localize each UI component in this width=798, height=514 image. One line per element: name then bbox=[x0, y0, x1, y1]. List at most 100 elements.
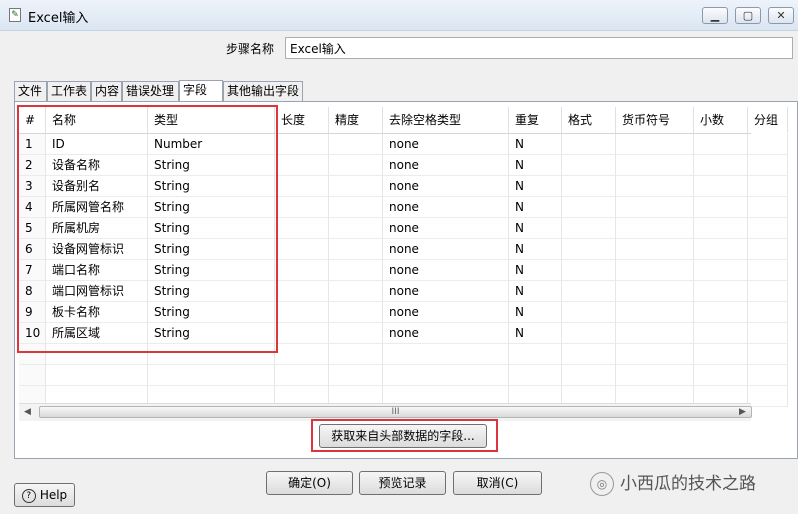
table-row[interactable]: 8 端口网管标识 String none N bbox=[19, 281, 788, 302]
cell-type[interactable]: String bbox=[148, 197, 275, 218]
cell-type[interactable]: String bbox=[148, 260, 275, 281]
cell-name[interactable]: 所属区域 bbox=[46, 323, 148, 344]
cell-format[interactable] bbox=[562, 281, 616, 302]
cell-trim-type[interactable] bbox=[383, 344, 509, 365]
cell-trim-type[interactable] bbox=[383, 365, 509, 386]
tab-other-output-fields[interactable]: 其他输出字段 bbox=[223, 81, 303, 101]
cell-precision[interactable] bbox=[329, 239, 383, 260]
cell-length[interactable] bbox=[275, 281, 329, 302]
cell-precision[interactable] bbox=[329, 176, 383, 197]
table-row[interactable]: 2 设备名称 String none N bbox=[19, 155, 788, 176]
cell-index[interactable]: 7 bbox=[19, 260, 46, 281]
minimize-icon[interactable]: ▁ bbox=[702, 7, 728, 24]
cell-type[interactable]: String bbox=[148, 176, 275, 197]
cell-trim-type[interactable]: none bbox=[383, 218, 509, 239]
cell-trim-type[interactable]: none bbox=[383, 176, 509, 197]
tab-content[interactable]: 内容 bbox=[91, 81, 122, 101]
column-header-repeat[interactable]: 重复 bbox=[509, 107, 562, 133]
column-header-precision[interactable]: 精度 bbox=[329, 107, 383, 133]
cell-currency[interactable] bbox=[616, 134, 694, 155]
tab-file[interactable]: 文件 bbox=[14, 81, 47, 101]
cell-decimal[interactable] bbox=[694, 323, 748, 344]
cell-name[interactable]: 板卡名称 bbox=[46, 302, 148, 323]
cell-type[interactable]: Number bbox=[148, 134, 275, 155]
cell-decimal[interactable] bbox=[694, 155, 748, 176]
cell-index[interactable]: 10 bbox=[19, 323, 46, 344]
cell-length[interactable] bbox=[275, 365, 329, 386]
cell-trim-type[interactable]: none bbox=[383, 155, 509, 176]
cell-index[interactable]: 8 bbox=[19, 281, 46, 302]
cell-index[interactable]: 4 bbox=[19, 197, 46, 218]
cell-grouping[interactable] bbox=[748, 218, 788, 239]
cell-precision[interactable] bbox=[329, 344, 383, 365]
cell-repeat[interactable]: N bbox=[509, 176, 562, 197]
cell-format[interactable] bbox=[562, 134, 616, 155]
cell-length[interactable] bbox=[275, 155, 329, 176]
cell-repeat[interactable]: N bbox=[509, 323, 562, 344]
table-row[interactable]: 5 所属机房 String none N bbox=[19, 218, 788, 239]
cell-repeat[interactable]: N bbox=[509, 302, 562, 323]
cell-repeat[interactable] bbox=[509, 344, 562, 365]
cell-repeat[interactable]: N bbox=[509, 281, 562, 302]
cell-precision[interactable] bbox=[329, 365, 383, 386]
table-row[interactable]: 3 设备别名 String none N bbox=[19, 176, 788, 197]
cell-currency[interactable] bbox=[616, 176, 694, 197]
table-row[interactable]: 10 所属区域 String none N bbox=[19, 323, 788, 344]
cell-decimal[interactable] bbox=[694, 134, 748, 155]
cell-trim-type[interactable]: none bbox=[383, 134, 509, 155]
cell-index[interactable]: 1 bbox=[19, 134, 46, 155]
cell-type[interactable] bbox=[148, 344, 275, 365]
cell-currency[interactable] bbox=[616, 260, 694, 281]
table-row[interactable] bbox=[19, 365, 788, 386]
column-header-index[interactable]: # bbox=[19, 107, 46, 133]
cell-length[interactable] bbox=[275, 176, 329, 197]
cell-repeat[interactable]: N bbox=[509, 239, 562, 260]
cell-format[interactable] bbox=[562, 197, 616, 218]
cell-trim-type[interactable]: none bbox=[383, 281, 509, 302]
cell-decimal[interactable] bbox=[694, 197, 748, 218]
cell-decimal[interactable] bbox=[694, 344, 748, 365]
table-row[interactable] bbox=[19, 344, 788, 365]
fields-table[interactable]: # 名称 类型 长度 精度 去除空格类型 重复 格式 货币符号 小数 分组 1I… bbox=[19, 107, 788, 407]
cell-grouping[interactable] bbox=[748, 197, 788, 218]
cell-index[interactable] bbox=[19, 365, 46, 386]
cell-index[interactable]: 5 bbox=[19, 218, 46, 239]
cell-format[interactable] bbox=[562, 176, 616, 197]
cell-grouping[interactable] bbox=[748, 176, 788, 197]
cell-index[interactable]: 6 bbox=[19, 239, 46, 260]
cell-length[interactable] bbox=[275, 239, 329, 260]
cell-decimal[interactable] bbox=[694, 302, 748, 323]
table-row[interactable]: 1 ID Number none N bbox=[19, 134, 788, 155]
table-row[interactable]: 9 板卡名称 String none N bbox=[19, 302, 788, 323]
scroll-thumb[interactable]: III bbox=[39, 406, 752, 418]
cell-currency[interactable] bbox=[616, 323, 694, 344]
cell-currency[interactable] bbox=[616, 302, 694, 323]
column-header-grouping[interactable]: 分组 bbox=[748, 107, 788, 133]
preview-button[interactable]: 预览记录 bbox=[359, 471, 446, 495]
step-name-input[interactable] bbox=[285, 37, 793, 59]
cell-repeat[interactable]: N bbox=[509, 134, 562, 155]
column-header-length[interactable]: 长度 bbox=[275, 107, 329, 133]
cell-trim-type[interactable]: none bbox=[383, 197, 509, 218]
cell-type[interactable] bbox=[148, 365, 275, 386]
cell-format[interactable] bbox=[562, 344, 616, 365]
cell-precision[interactable] bbox=[329, 260, 383, 281]
table-row[interactable]: 7 端口名称 String none N bbox=[19, 260, 788, 281]
cell-name[interactable]: 端口网管标识 bbox=[46, 281, 148, 302]
cell-repeat[interactable]: N bbox=[509, 155, 562, 176]
cell-grouping[interactable] bbox=[748, 260, 788, 281]
cell-trim-type[interactable]: none bbox=[383, 302, 509, 323]
cell-index[interactable]: 3 bbox=[19, 176, 46, 197]
cell-grouping[interactable] bbox=[748, 344, 788, 365]
cell-name[interactable]: 所属机房 bbox=[46, 218, 148, 239]
cell-decimal[interactable] bbox=[694, 281, 748, 302]
cell-decimal[interactable] bbox=[694, 365, 748, 386]
cell-decimal[interactable] bbox=[694, 176, 748, 197]
cell-currency[interactable] bbox=[616, 218, 694, 239]
table-row[interactable]: 6 设备网管标识 String none N bbox=[19, 239, 788, 260]
cell-type[interactable]: String bbox=[148, 239, 275, 260]
cell-currency[interactable] bbox=[616, 281, 694, 302]
cell-grouping[interactable] bbox=[748, 281, 788, 302]
column-header-trim-type[interactable]: 去除空格类型 bbox=[383, 107, 509, 133]
cell-name[interactable]: 端口名称 bbox=[46, 260, 148, 281]
